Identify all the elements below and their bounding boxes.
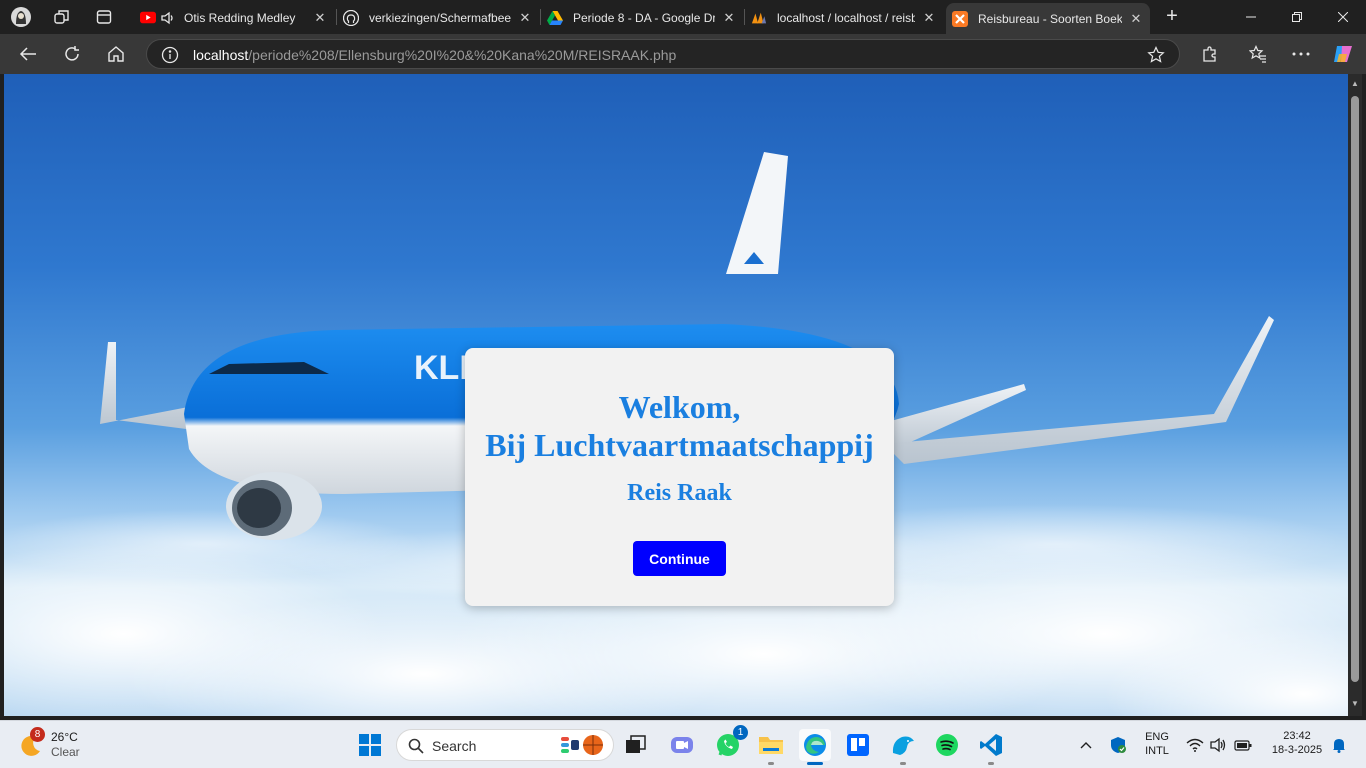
taskbar-app-edge[interactable] <box>799 729 831 765</box>
site-info-icon[interactable] <box>161 46 179 64</box>
keyboard-layout: INTL <box>1145 745 1169 757</box>
search-highlight-icon <box>561 735 603 755</box>
google-drive-icon <box>547 10 563 26</box>
tab-strip: Otis Redding Medley ✕ verkiezingen/Scher… <box>0 0 1366 34</box>
weather-temp: 26°C <box>51 730 78 744</box>
bell-icon <box>1333 739 1345 753</box>
tab-title: Otis Redding Medley <box>184 10 296 25</box>
favorites-icon[interactable] <box>1245 42 1271 66</box>
close-tab-icon[interactable]: ✕ <box>721 10 737 26</box>
weather-badge: 8 <box>30 727 45 742</box>
close-tab-icon[interactable]: ✕ <box>312 10 328 26</box>
taskbar-app-trello[interactable] <box>842 729 874 761</box>
taskbar-app-vscode[interactable] <box>975 729 1007 765</box>
taskbar-app-file-explorer[interactable] <box>755 729 787 765</box>
youtube-icon <box>140 10 156 26</box>
tab-title: Periode 8 - DA - Google Dr <box>573 10 715 25</box>
taskbar-app-mysql[interactable] <box>887 729 919 765</box>
search-label: Search <box>432 738 477 754</box>
restore-button[interactable] <box>1274 0 1320 34</box>
xampp-icon <box>952 10 968 27</box>
profile-avatar-icon[interactable] <box>9 6 33 28</box>
tab-verkiezingen[interactable]: verkiezingen/Schermafbeel ✕ <box>337 3 539 32</box>
chevron-up-icon <box>1080 742 1092 749</box>
tab-reisbureau[interactable]: Reisbureau - Soorten Boek ✕ <box>946 3 1150 34</box>
windows-icon <box>359 734 381 756</box>
phpmyadmin-icon <box>751 10 767 26</box>
folder-icon <box>759 737 783 754</box>
tab-actions-icon[interactable] <box>92 6 116 28</box>
favorite-star-icon[interactable] <box>1147 46 1165 64</box>
continue-button[interactable]: Continue <box>633 541 726 576</box>
copilot-icon[interactable] <box>1330 42 1356 66</box>
extensions-icon[interactable] <box>1197 42 1223 66</box>
clock-time: 23:42 <box>1283 730 1311 742</box>
dolphin-icon <box>892 736 914 755</box>
tab-otis-redding[interactable]: Otis Redding Medley ✕ <box>134 3 334 32</box>
show-hidden-icons-button[interactable] <box>1072 729 1100 761</box>
company-name: Reis Raak <box>627 480 732 506</box>
shield-icon <box>1111 737 1126 753</box>
github-icon <box>343 9 359 26</box>
settings-more-icon[interactable] <box>1288 42 1314 66</box>
close-window-button[interactable] <box>1320 0 1366 34</box>
tab-title: Reisbureau - Soorten Boek <box>978 11 1122 26</box>
search-icon <box>408 738 424 754</box>
taskbar-search[interactable]: Search <box>396 729 614 761</box>
close-tab-icon[interactable]: ✕ <box>1128 11 1144 27</box>
language-indicator[interactable]: ENG INTL <box>1140 731 1174 757</box>
network-volume-battery[interactable] <box>1182 729 1256 761</box>
vscode-icon <box>980 734 1002 756</box>
speaker-icon[interactable] <box>160 10 176 26</box>
tab-google-drive[interactable]: Periode 8 - DA - Google Dr ✕ <box>541 3 743 32</box>
task-view-button[interactable] <box>620 729 652 761</box>
clock-date: 18-3-2025 <box>1271 744 1323 756</box>
battery-icon <box>1234 740 1252 751</box>
taskbar-app-teams[interactable] <box>666 729 698 761</box>
close-tab-icon[interactable]: ✕ <box>921 10 937 26</box>
task-view-icon <box>626 735 646 753</box>
welcome-heading: Welkom, <box>618 389 741 425</box>
teams-meet-icon <box>671 737 693 753</box>
language-code: ENG <box>1145 731 1169 743</box>
weather-condition: Clear <box>51 745 80 759</box>
volume-icon <box>1210 737 1226 753</box>
taskbar-app-spotify[interactable] <box>931 729 963 761</box>
taskbar: 8 26°C Clear Search 1 ENG INTL 23:42 18-… <box>0 720 1366 768</box>
tab-phpmyadmin[interactable]: localhost / localhost / reisb ✕ <box>745 3 943 32</box>
trello-icon <box>847 734 869 756</box>
edge-icon <box>804 734 826 756</box>
home-button[interactable] <box>103 42 129 66</box>
clock[interactable]: 23:42 18-3-2025 <box>1262 730 1332 756</box>
whatsapp-badge: 1 <box>733 725 748 740</box>
spotify-icon <box>936 734 958 756</box>
url-host: localhost <box>193 47 249 63</box>
notifications-button[interactable] <box>1328 729 1350 761</box>
url-path: /periode%208/Ellensburg%20I%20&%20Kana%2… <box>248 47 677 63</box>
tab-title: verkiezingen/Schermafbeel <box>369 10 511 25</box>
wifi-icon <box>1186 738 1204 752</box>
url-text: localhost/periode%208/Ellensburg%20I%20&… <box>193 47 676 63</box>
scrollbar-thumb[interactable] <box>1351 96 1359 682</box>
minimize-button[interactable] <box>1228 0 1274 34</box>
back-button[interactable] <box>15 42 41 66</box>
welcome-subheading: Bij Luchtvaartmaatschappij <box>485 427 874 463</box>
tab-title: localhost / localhost / reisb <box>777 10 915 25</box>
browser-toolbar: localhost/periode%208/Ellensburg%20I%20&… <box>0 34 1366 74</box>
security-tray-icon[interactable] <box>1104 729 1132 761</box>
taskbar-app-whatsapp[interactable]: 1 <box>712 725 748 761</box>
start-button[interactable] <box>354 729 386 761</box>
page-scrollbar[interactable]: ▲ ▼ <box>1348 74 1362 716</box>
scroll-down-arrow-icon[interactable]: ▼ <box>1351 700 1359 708</box>
refresh-button[interactable] <box>59 42 85 66</box>
address-bar[interactable]: localhost/periode%208/Ellensburg%20I%20&… <box>146 39 1180 69</box>
welcome-card: Welkom, Bij Luchtvaartmaatschappij Reis … <box>465 348 894 606</box>
new-tab-button[interactable]: + <box>1160 6 1184 28</box>
page-viewport: KLM Welkom, Bij Luchtvaartmaatschappij R… <box>4 74 1348 716</box>
weather-widget[interactable]: 8 26°C Clear <box>18 727 98 761</box>
scroll-up-arrow-icon[interactable]: ▲ <box>1351 80 1359 88</box>
workspaces-icon[interactable] <box>50 6 74 28</box>
close-tab-icon[interactable]: ✕ <box>517 10 533 26</box>
